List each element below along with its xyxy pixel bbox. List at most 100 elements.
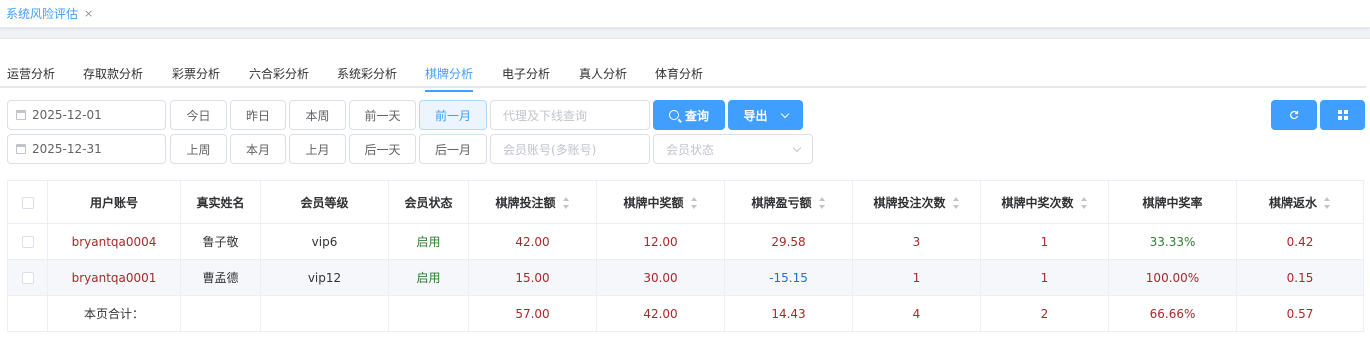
- total-bet-count: 4: [852, 295, 981, 332]
- chess-analysis-table: 用户账号 真实姓名 会员等级 会员状态 棋牌投注额 棋牌中奖额 棋牌盈亏额 棋牌…: [7, 180, 1364, 332]
- sort-icon[interactable]: [562, 197, 570, 209]
- start-date-value: 2025-12-01: [32, 108, 102, 122]
- tab-system-lottery[interactable]: 系统彩分析: [337, 65, 397, 82]
- tab-live[interactable]: 真人分析: [579, 65, 627, 82]
- tab-deposit-withdraw[interactable]: 存取款分析: [83, 65, 143, 82]
- btn-next-day[interactable]: 后一天: [349, 134, 416, 164]
- win-count: 1: [980, 223, 1109, 260]
- header-cell: 会员等级: [260, 180, 389, 224]
- win-rate: 33.33%: [1108, 223, 1237, 260]
- checkbox[interactable]: [21, 196, 34, 209]
- search-button-label: 查询: [684, 108, 709, 123]
- tab-electronic[interactable]: 电子分析: [502, 65, 550, 82]
- calendar-icon: [16, 144, 26, 154]
- bet-count: 1: [852, 259, 981, 296]
- header-label: 棋牌投注次数: [873, 195, 946, 210]
- header-sortable[interactable]: 棋牌盈亏额: [724, 180, 853, 224]
- divider: [0, 28, 1370, 39]
- agent-search-input[interactable]: 代理及下线查询: [490, 100, 650, 130]
- page-tag-label: 系统风险评估: [6, 7, 79, 21]
- close-icon[interactable]: ×: [84, 7, 93, 20]
- chevron-down-icon: [792, 143, 802, 152]
- empty-cell: [180, 295, 261, 332]
- empty-cell: [7, 295, 48, 332]
- btn-this-month[interactable]: 本月: [230, 134, 286, 164]
- header-cell: 棋牌中奖率: [1108, 180, 1237, 224]
- win-amount: 30.00: [596, 259, 725, 296]
- empty-cell: [388, 295, 469, 332]
- member-account-input[interactable]: 会员账号(多账号): [490, 134, 650, 164]
- row-select[interactable]: [7, 223, 48, 260]
- btn-yesterday[interactable]: 昨日: [230, 100, 286, 130]
- table-total-row: 本页合计： 57.00 42.00 14.43 4 2 66.66% 0.57: [7, 295, 1364, 332]
- bet-amount: 15.00: [468, 259, 597, 296]
- checkbox[interactable]: [21, 272, 34, 284]
- win-count: 1: [980, 259, 1109, 296]
- user-account-link[interactable]: bryantqa0004: [47, 223, 181, 260]
- user-account-link[interactable]: bryantqa0001: [47, 259, 181, 296]
- tab-sports[interactable]: 体育分析: [655, 65, 703, 82]
- btn-last-week[interactable]: 上周: [170, 134, 227, 164]
- btn-prev-month[interactable]: 前一月: [419, 100, 487, 130]
- refresh-button[interactable]: [1271, 100, 1317, 130]
- empty-cell: [260, 295, 389, 332]
- export-button[interactable]: 导出: [728, 100, 803, 130]
- header-label: 棋牌中奖次数: [1001, 195, 1074, 210]
- header-sortable[interactable]: 棋牌中奖额: [596, 180, 725, 224]
- total-label: 本页合计：: [47, 295, 181, 332]
- header-label: 棋牌盈亏额: [751, 195, 812, 210]
- btn-last-month[interactable]: 上月: [289, 134, 346, 164]
- rebate: 0.42: [1236, 223, 1364, 260]
- search-icon: [668, 110, 679, 120]
- btn-next-month[interactable]: 后一月: [419, 134, 487, 164]
- tab-chess-cards[interactable]: 棋牌分析: [425, 65, 474, 92]
- top-tag-bar: 系统风险评估 ×: [0, 0, 1370, 28]
- sort-icon[interactable]: [1323, 197, 1331, 209]
- grid-view-button[interactable]: [1320, 100, 1365, 130]
- btn-prev-day[interactable]: 前一天: [349, 100, 416, 130]
- win-rate: 100.00%: [1108, 259, 1237, 296]
- page-tag-risk[interactable]: 系统风险评估 ×: [6, 5, 93, 22]
- total-profit-loss: 14.43: [724, 295, 853, 332]
- rebate: 0.15: [1236, 259, 1364, 296]
- win-amount: 12.00: [596, 223, 725, 260]
- total-win-count: 2: [980, 295, 1109, 332]
- analysis-tabs: 运营分析 存取款分析 彩票分析 六合彩分析 系统彩分析 棋牌分析 电子分析 真人…: [0, 58, 1366, 92]
- member-status: 启用: [388, 223, 469, 260]
- member-status-select[interactable]: 会员状态: [653, 134, 813, 164]
- start-date-picker[interactable]: 2025-12-01: [7, 100, 166, 130]
- header-sortable[interactable]: 棋牌中奖次数: [980, 180, 1109, 224]
- export-button-label: 导出: [743, 108, 768, 123]
- checkbox[interactable]: [21, 236, 34, 248]
- header-sortable[interactable]: 棋牌投注额: [468, 180, 597, 224]
- tab-operations[interactable]: 运营分析: [7, 65, 55, 82]
- total-rebate: 0.57: [1236, 295, 1364, 332]
- sort-icon[interactable]: [690, 197, 698, 209]
- header-cell: 用户账号: [47, 180, 181, 224]
- row-select[interactable]: [7, 259, 48, 296]
- tab-marksix[interactable]: 六合彩分析: [249, 65, 309, 82]
- member-level: vip12: [260, 259, 389, 296]
- header-label: 棋牌中奖额: [623, 195, 684, 210]
- table-header-row: 用户账号 真实姓名 会员等级 会员状态 棋牌投注额 棋牌中奖额 棋牌盈亏额 棋牌…: [7, 180, 1364, 224]
- header-cell: 会员状态: [388, 180, 469, 224]
- profit-loss: -15.15: [724, 259, 853, 296]
- tab-lottery[interactable]: 彩票分析: [172, 65, 220, 82]
- member-status-placeholder: 会员状态: [666, 142, 715, 157]
- sort-icon[interactable]: [1080, 197, 1088, 209]
- end-date-picker[interactable]: 2025-12-31: [7, 134, 166, 164]
- btn-today[interactable]: 今日: [170, 100, 227, 130]
- chevron-down-icon: [780, 109, 789, 118]
- header-select-all[interactable]: [7, 180, 48, 224]
- member-status: 启用: [388, 259, 469, 296]
- header-sortable[interactable]: 棋牌投注次数: [852, 180, 981, 224]
- table-row: bryantqa0004 鲁子敬 vip6 启用 42.00 12.00 29.…: [7, 223, 1364, 260]
- sort-icon[interactable]: [818, 197, 826, 209]
- refresh-icon: [1290, 110, 1299, 120]
- header-label: 棋牌返水: [1268, 195, 1317, 210]
- sort-icon[interactable]: [952, 197, 960, 209]
- search-button[interactable]: 查询: [653, 100, 725, 130]
- header-sortable[interactable]: 棋牌返水: [1236, 180, 1364, 224]
- btn-this-week[interactable]: 本周: [289, 100, 346, 130]
- real-name: 曹孟德: [180, 259, 261, 296]
